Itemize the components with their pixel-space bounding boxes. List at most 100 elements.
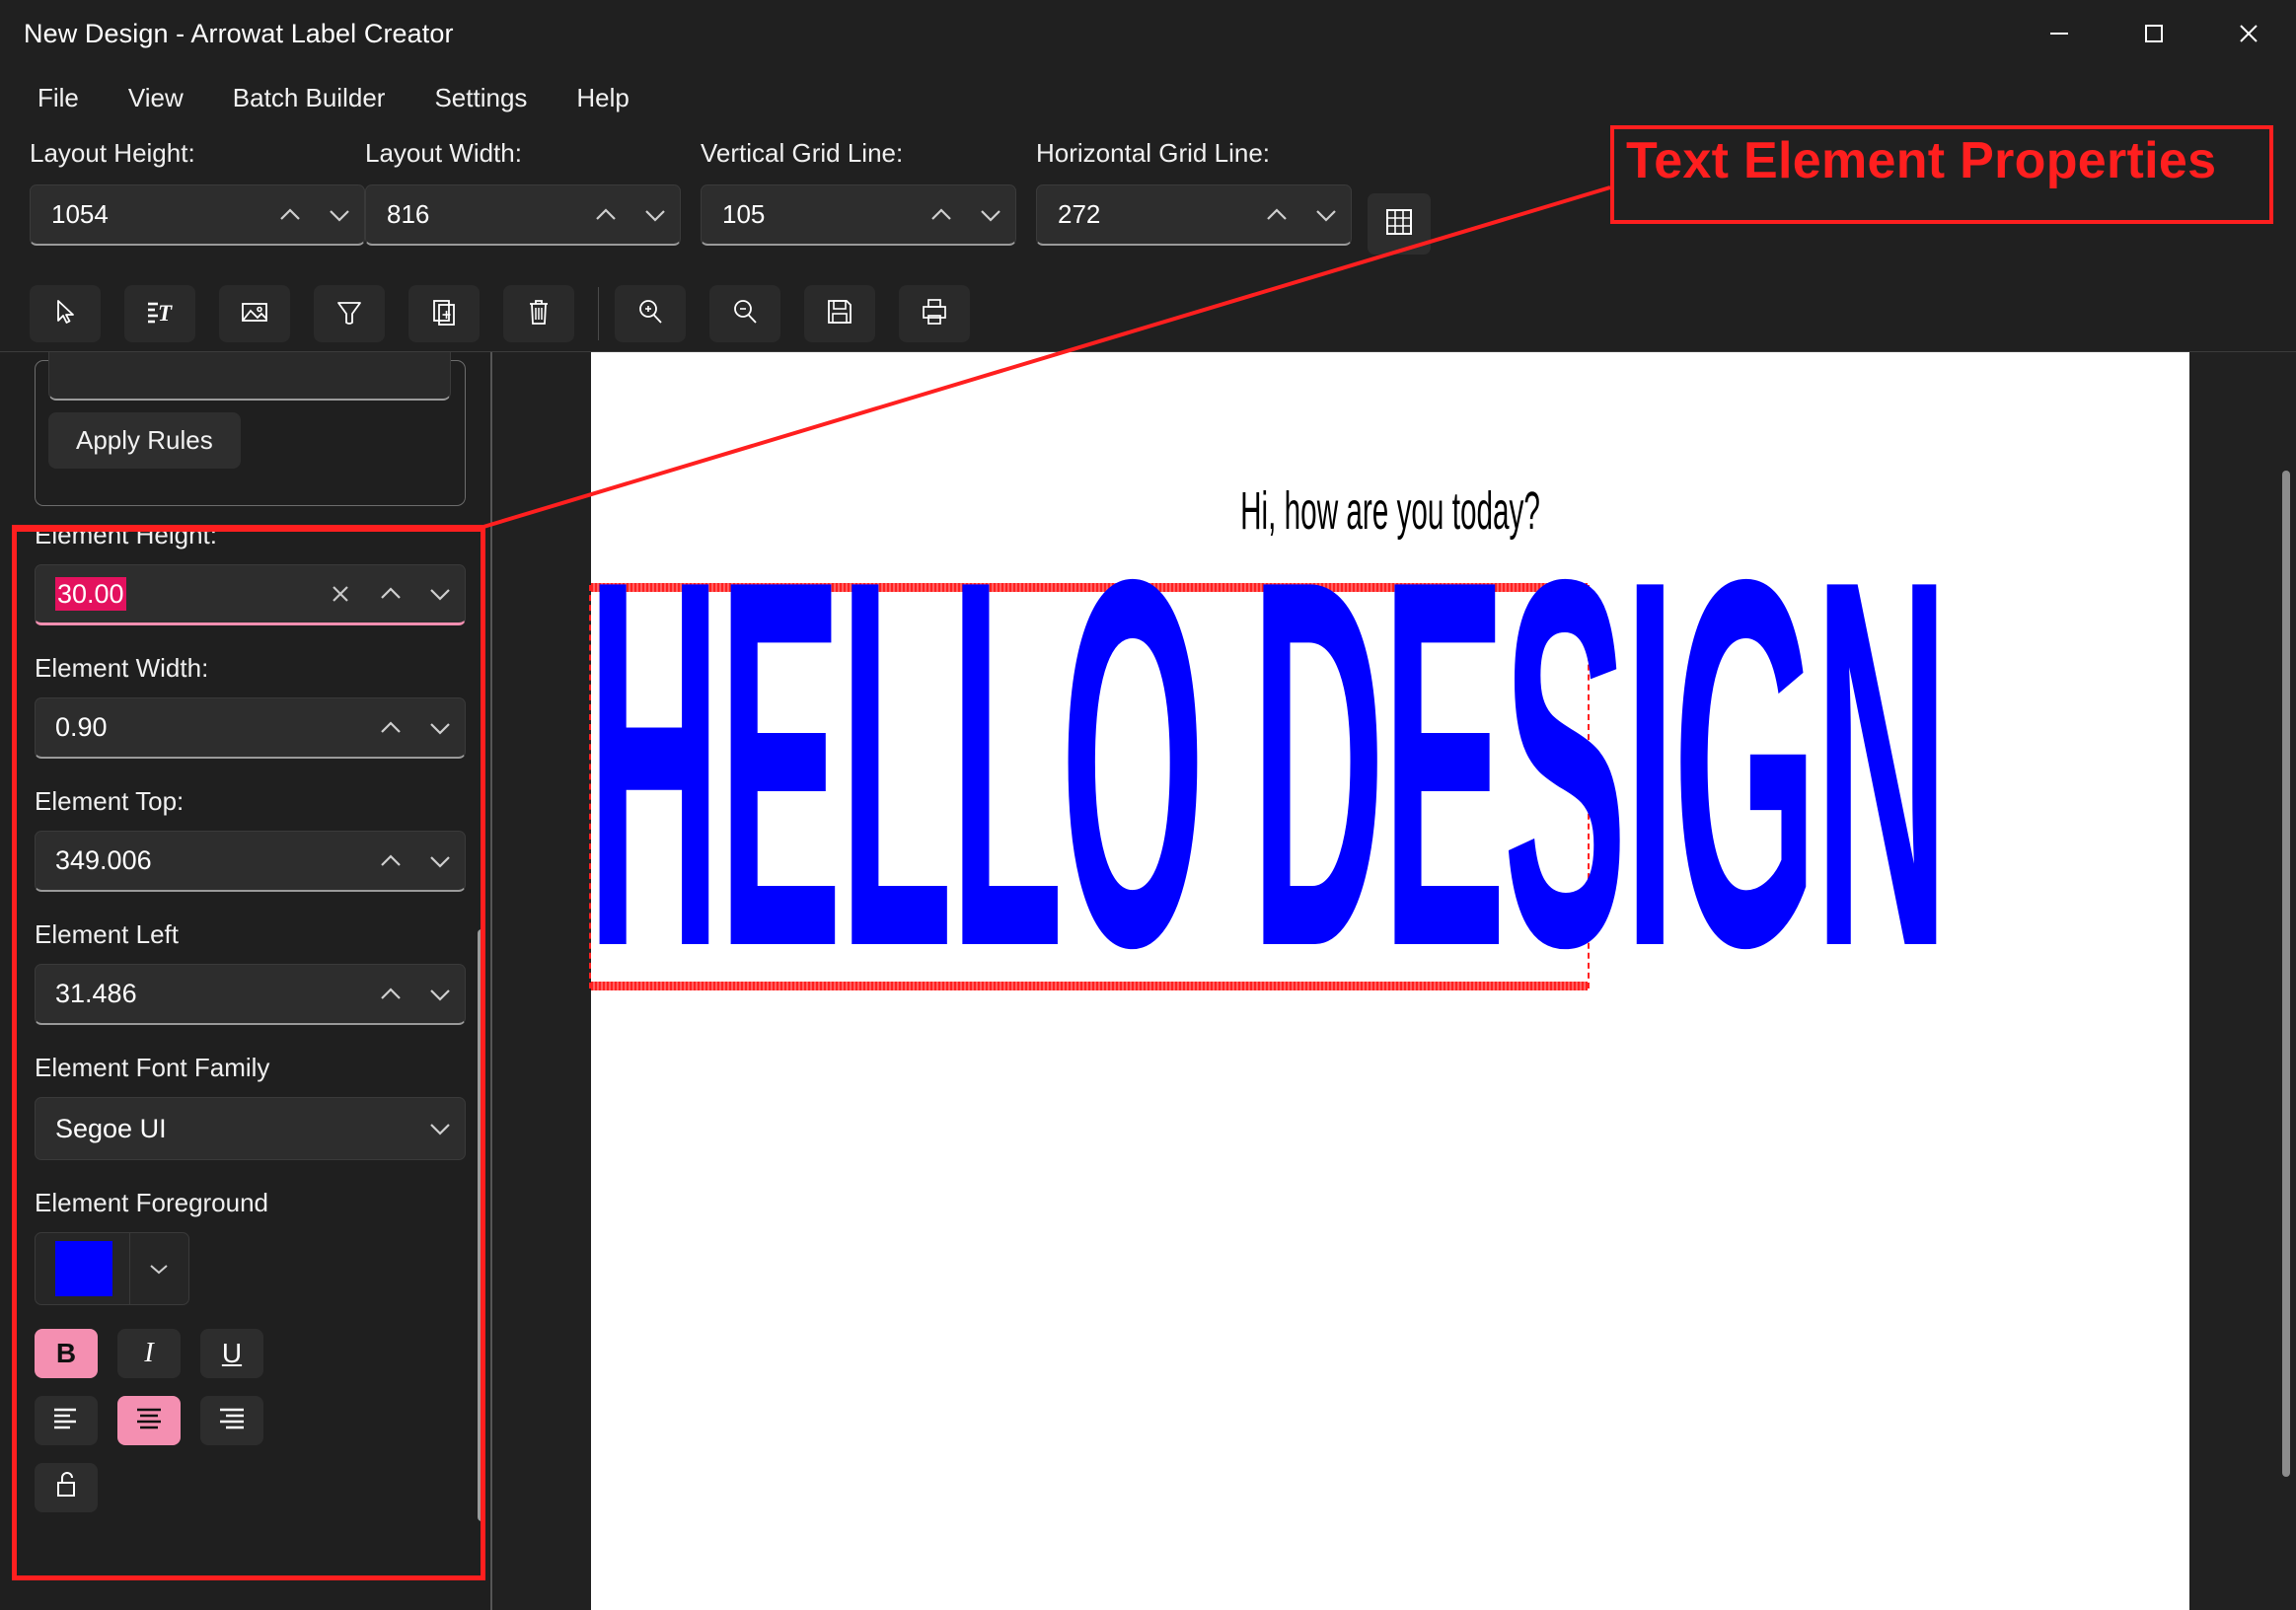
zoom-in-tool-button[interactable] xyxy=(615,285,686,342)
maximize-button[interactable] xyxy=(2107,0,2201,67)
element-height-up-icon[interactable] xyxy=(366,564,415,623)
vertical-grid-line-spinner[interactable]: 105 xyxy=(701,184,1016,246)
element-left-field[interactable]: 31.486 xyxy=(35,964,466,1025)
align-left-button[interactable] xyxy=(35,1396,98,1445)
add-text-tool-button[interactable]: T xyxy=(124,285,195,342)
italic-label: I xyxy=(144,1338,154,1368)
element-left-up-icon[interactable] xyxy=(366,965,415,1024)
layout-height-value: 1054 xyxy=(51,199,109,229)
layout-height-group: Layout Height: 1054 xyxy=(30,138,365,246)
chevron-down-icon[interactable] xyxy=(415,1099,465,1158)
align-right-button[interactable] xyxy=(200,1396,263,1445)
element-top-up-icon[interactable] xyxy=(366,832,415,891)
filter-tool-button[interactable] xyxy=(314,285,385,342)
selected-text-element[interactable]: HELLO DESIGN xyxy=(587,502,1949,1025)
duplicate-tool-button[interactable] xyxy=(408,285,480,342)
menu-item-help[interactable]: Help xyxy=(562,77,642,119)
funnel-icon xyxy=(333,296,365,332)
align-right-icon xyxy=(216,1405,248,1437)
color-chevron-down-icon[interactable] xyxy=(130,1252,189,1285)
element-height-down-icon[interactable] xyxy=(415,564,465,623)
trash-icon xyxy=(523,296,555,332)
horizontal-grid-line-value: 272 xyxy=(1058,199,1101,229)
menu-item-batch-builder[interactable]: Batch Builder xyxy=(219,77,400,119)
element-width-value: 0.90 xyxy=(55,712,108,742)
layout-height-label: Layout Height: xyxy=(30,138,195,168)
element-foreground-picker[interactable] xyxy=(35,1232,189,1305)
horizontal-grid-line-group: Horizontal Grid Line: 272 xyxy=(1036,138,1371,246)
grid-toggle-button[interactable] xyxy=(1368,193,1431,255)
add-image-icon xyxy=(239,296,270,332)
horizontal-grid-line-up-icon[interactable] xyxy=(1252,185,1301,245)
delete-tool-button[interactable] xyxy=(503,285,574,342)
layout-width-group: Layout Width: 816 xyxy=(365,138,701,246)
zoom-out-tool-button[interactable] xyxy=(709,285,780,342)
layout-width-up-icon[interactable] xyxy=(581,185,630,245)
bold-label: B xyxy=(55,1338,77,1368)
layout-width-spinner[interactable]: 816 xyxy=(365,184,681,246)
add-text-icon: T xyxy=(144,296,176,332)
element-left-label: Element Left xyxy=(35,919,179,949)
align-center-icon xyxy=(133,1405,165,1437)
layout-height-down-icon[interactable] xyxy=(315,185,364,245)
sidebar-scrollbar[interactable] xyxy=(478,929,485,1521)
select-tool-button[interactable] xyxy=(30,285,101,342)
annotation-label: Text Element Properties xyxy=(1626,132,2217,189)
label-page[interactable]: Hi, how are you today? HELLO DESIGN xyxy=(587,352,2189,1610)
align-left-icon xyxy=(50,1405,82,1437)
vertical-grid-line-label: Vertical Grid Line: xyxy=(701,138,904,168)
element-top-field[interactable]: 349.006 xyxy=(35,831,466,892)
zoom-out-icon xyxy=(729,296,761,332)
bold-button[interactable]: B xyxy=(35,1329,98,1378)
element-width-up-icon[interactable] xyxy=(366,698,415,758)
window-title: New Design - Arrowat Label Creator xyxy=(24,18,454,48)
body-area: Apply Rules Element Height: 30.00 Elemen… xyxy=(0,351,2296,1610)
canvas-scrollbar[interactable] xyxy=(2282,471,2290,1477)
layout-height-spinner[interactable]: 1054 xyxy=(30,184,365,246)
layout-width-label: Layout Width: xyxy=(365,138,522,168)
minimize-button[interactable] xyxy=(2012,0,2107,67)
element-height-field[interactable]: 30.00 xyxy=(35,564,466,625)
menu-item-settings[interactable]: Settings xyxy=(420,77,541,119)
menu-item-view[interactable]: View xyxy=(114,77,197,119)
layout-width-down-icon[interactable] xyxy=(630,185,680,245)
sidebar-divider xyxy=(490,352,492,1610)
foreground-color-swatch[interactable] xyxy=(55,1241,112,1296)
canvas-area[interactable]: Hi, how are you today? HELLO DESIGN xyxy=(493,352,2296,1610)
underline-label: U xyxy=(221,1338,243,1368)
element-height-value: 30.00 xyxy=(55,576,126,611)
close-icon xyxy=(2236,21,2261,46)
selection-bottom-handle-bar[interactable] xyxy=(591,982,1588,990)
tool-bar: T xyxy=(0,278,2296,349)
element-width-down-icon[interactable] xyxy=(415,698,465,758)
element-font-family-select[interactable]: Segoe UI xyxy=(35,1097,466,1160)
element-top-down-icon[interactable] xyxy=(415,832,465,891)
add-image-tool-button[interactable] xyxy=(219,285,290,342)
apply-rules-button[interactable]: Apply Rules xyxy=(48,412,241,469)
rules-input[interactable] xyxy=(48,352,451,401)
close-button[interactable] xyxy=(2201,0,2296,67)
horizontal-grid-line-down-icon[interactable] xyxy=(1301,185,1351,245)
print-tool-button[interactable] xyxy=(899,285,970,342)
element-height-label: Element Height: xyxy=(35,520,217,549)
save-tool-button[interactable] xyxy=(804,285,875,342)
element-left-down-icon[interactable] xyxy=(415,965,465,1024)
underline-button[interactable]: U xyxy=(200,1329,263,1378)
italic-button[interactable]: I xyxy=(117,1329,181,1378)
horizontal-grid-line-spinner[interactable]: 272 xyxy=(1036,184,1352,246)
element-height-clear-icon[interactable] xyxy=(315,578,366,610)
vertical-grid-line-up-icon[interactable] xyxy=(917,185,966,245)
menu-item-file[interactable]: File xyxy=(24,77,93,119)
element-width-field[interactable]: 0.90 xyxy=(35,697,466,759)
horizontal-grid-line-label: Horizontal Grid Line: xyxy=(1036,138,1270,168)
unlock-button[interactable] xyxy=(35,1463,98,1512)
vertical-grid-line-down-icon[interactable] xyxy=(966,185,1015,245)
duplicate-page-icon xyxy=(428,296,460,332)
element-top-label: Element Top: xyxy=(35,786,185,816)
font-style-buttons: B I U xyxy=(35,1329,493,1378)
element-top-value: 349.006 xyxy=(55,845,152,875)
zoom-in-icon xyxy=(634,296,666,332)
layout-height-up-icon[interactable] xyxy=(265,185,315,245)
vertical-grid-line-value: 105 xyxy=(722,199,766,229)
align-center-button[interactable] xyxy=(117,1396,181,1445)
